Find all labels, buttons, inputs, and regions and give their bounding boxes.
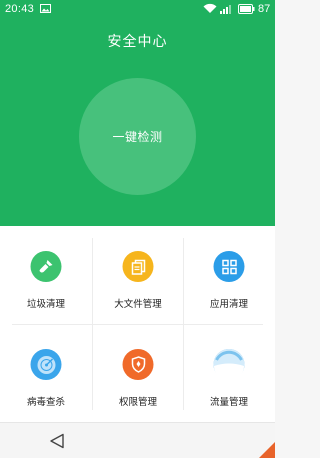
page-title: 安全中心	[107, 34, 168, 50]
battery-percentage: 87	[258, 3, 271, 15]
shield-icon	[122, 349, 154, 380]
battery-icon	[238, 4, 255, 14]
traffic-gauge-icon	[213, 349, 245, 380]
security-center-app: 20:43 87 安全中心 一键检测 垃圾清理 大文件管理 应用清理 病毒查杀 …	[0, 0, 275, 458]
tool-label: 应用清理	[209, 299, 248, 310]
wifi-icon	[203, 3, 217, 14]
tool-label: 病毒查杀	[26, 397, 65, 408]
radar-icon	[30, 349, 62, 380]
signal-icon	[220, 5, 231, 14]
gallery-notification-icon	[40, 4, 51, 13]
one-click-scan-button[interactable]: 一键检测	[79, 78, 196, 195]
files-icon	[122, 251, 154, 282]
tool-label: 垃圾清理	[26, 299, 65, 310]
tool-large-file-manager[interactable]: 大文件管理	[92, 226, 184, 324]
tool-traffic-manager[interactable]: 流量管理	[183, 324, 275, 422]
apps-grid-icon	[213, 251, 245, 282]
tool-label: 权限管理	[118, 397, 157, 408]
broom-icon	[30, 251, 62, 282]
header-section: 20:43 87 安全中心 一键检测	[0, 0, 275, 226]
tool-virus-scan[interactable]: 病毒查杀	[0, 324, 92, 422]
tool-junk-clean[interactable]: 垃圾清理	[0, 226, 92, 324]
tool-label: 大文件管理	[114, 299, 162, 310]
back-icon[interactable]	[48, 433, 66, 449]
navigation-bar	[0, 422, 275, 458]
tools-grid: 垃圾清理 大文件管理 应用清理 病毒查杀 权限管理 流量管理	[0, 226, 275, 422]
status-bar: 20:43 87	[0, 0, 275, 20]
watermark-corner-icon	[259, 442, 275, 458]
status-time: 20:43	[5, 3, 35, 15]
scan-button-label: 一键检测	[112, 130, 163, 144]
tool-app-clean[interactable]: 应用清理	[183, 226, 275, 324]
tool-label: 流量管理	[209, 397, 248, 408]
tool-permission-manager[interactable]: 权限管理	[92, 324, 184, 422]
